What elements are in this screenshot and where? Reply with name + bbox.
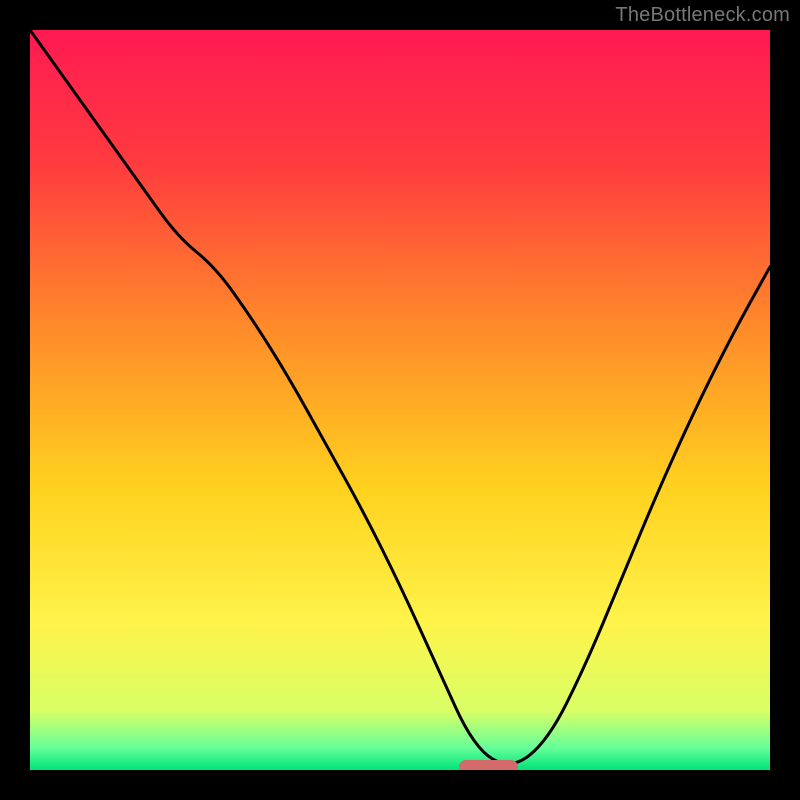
- plot-area: [30, 30, 770, 770]
- attribution-text: TheBottleneck.com: [615, 4, 790, 27]
- chart-frame: TheBottleneck.com: [0, 0, 800, 800]
- optimal-range-marker: [459, 760, 518, 770]
- bottleneck-curve: [30, 30, 770, 770]
